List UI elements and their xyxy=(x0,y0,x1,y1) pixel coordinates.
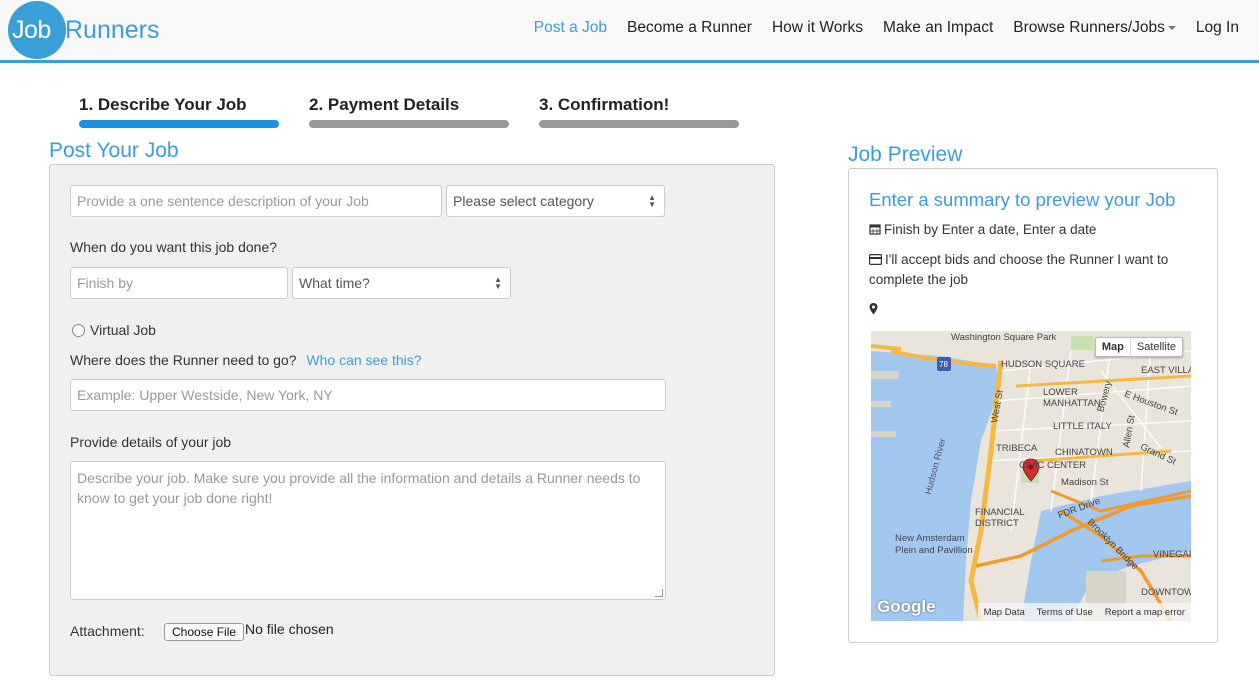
location-map[interactable]: Washington Square Park HUDSON SQUARE LOW… xyxy=(871,331,1191,621)
preview-bids-text: I'll accept bids and choose the Runner I… xyxy=(869,252,1169,287)
map-label: LITTLE ITALY xyxy=(1053,421,1112,432)
step-bar xyxy=(539,120,739,128)
preview-summary: Enter a summary to preview your Job xyxy=(869,189,1176,210)
preview-location xyxy=(869,300,1199,320)
step-label: 2. Payment Details xyxy=(309,95,460,114)
location-input[interactable]: Example: Upper Westside, New York, NY xyxy=(70,379,666,411)
resize-handle-icon[interactable] xyxy=(655,589,663,597)
terms-of-use-link[interactable]: Terms of Use xyxy=(1037,607,1093,618)
step-confirmation: 3. Confirmation! xyxy=(539,94,739,128)
preview-finish: Finish by Enter a date, Enter a date xyxy=(869,220,1199,240)
nav-browse-label: Browse Runners/Jobs xyxy=(1013,19,1165,36)
description-input[interactable]: Provide a one sentence description of yo… xyxy=(70,185,442,217)
nav-login[interactable]: Log In xyxy=(1186,17,1249,39)
map-label: New Amsterdam Plein and Pavillion xyxy=(895,533,973,556)
job-preview-heading: Job Preview xyxy=(848,143,963,166)
details-textarea[interactable]: Describe your job. Make sure you provide… xyxy=(70,461,666,600)
job-preview-panel: Enter a summary to preview your Job Fini… xyxy=(848,168,1218,643)
where-label-text: Where does the Runner need to go? xyxy=(70,352,297,368)
map-label: EAST VILLA xyxy=(1141,365,1191,376)
main-nav: Post a Job Become a Runner How it Works … xyxy=(524,17,1249,39)
choose-file-button[interactable]: Choose File xyxy=(164,623,245,641)
map-label: TRIBECA xyxy=(996,443,1038,454)
nav-browse-dropdown[interactable]: Browse Runners/Jobs xyxy=(1003,17,1186,39)
map-type-toggle: Map Satellite xyxy=(1094,337,1183,357)
progress-steps: 1. Describe Your Job 2. Payment Details … xyxy=(79,94,739,128)
attachment-label: Attachment: xyxy=(70,623,145,639)
virtual-job-label: Virtual Job xyxy=(90,322,156,338)
step-bar xyxy=(79,120,279,128)
map-label: CIVIC CENTER xyxy=(1019,460,1087,471)
nav-how-it-works[interactable]: How it Works xyxy=(762,17,873,39)
caret-down-icon xyxy=(1167,25,1176,30)
logo-circle: Job xyxy=(8,1,66,59)
satellite-button[interactable]: Satellite xyxy=(1131,338,1182,356)
map-marker-icon xyxy=(869,303,878,315)
step-describe: 1. Describe Your Job xyxy=(79,94,279,128)
preview-finish-text: Finish by Enter a date, Enter a date xyxy=(884,222,1097,237)
map-data-link[interactable]: Map Data xyxy=(984,607,1025,618)
logo[interactable]: Job Runners xyxy=(8,1,160,59)
post-job-heading: Post Your Job xyxy=(49,139,179,162)
report-map-error-link[interactable]: Report a map error xyxy=(1105,607,1185,618)
map-label: VINEGAR H xyxy=(1153,549,1191,560)
map-label: Madison St xyxy=(1061,477,1109,488)
select-arrows-icon: ▲ ▼ xyxy=(648,193,656,209)
step-label: 3. Confirmation! xyxy=(539,95,670,114)
credit-card-icon xyxy=(869,254,882,265)
step-bar xyxy=(309,120,509,128)
map-footer: Map Data Terms of Use Report a map error xyxy=(977,603,1191,621)
nav-become-runner[interactable]: Become a Runner xyxy=(617,17,762,39)
post-job-form: Provide a one sentence description of yo… xyxy=(49,164,775,676)
category-select[interactable]: Please select category ▲ ▼ xyxy=(446,185,665,217)
no-file-text: No file chosen xyxy=(245,621,334,637)
nav-make-impact[interactable]: Make an Impact xyxy=(873,17,1003,39)
map-label: FINANCIAL DISTRICT xyxy=(975,507,1025,529)
map-label: Washington Square Park xyxy=(951,332,1057,343)
preview-bids: I'll accept bids and choose the Runner I… xyxy=(869,250,1199,290)
details-label: Provide details of your job xyxy=(70,434,232,450)
step-label: 1. Describe Your Job xyxy=(79,95,247,114)
time-select[interactable]: What time? ▲ ▼ xyxy=(292,267,511,299)
nav-post-job[interactable]: Post a Job xyxy=(524,17,617,39)
map-label: CHINATOWN xyxy=(1055,447,1113,458)
time-select-value: What time? xyxy=(299,275,370,291)
navbar: Job Runners Post a Job Become a Runner H… xyxy=(0,0,1259,63)
map-button[interactable]: Map xyxy=(1096,338,1131,356)
details-placeholder: Describe your job. Make sure you provide… xyxy=(77,470,641,506)
highway-shield-label: 78 xyxy=(939,360,948,369)
category-select-value: Please select category xyxy=(453,193,594,209)
when-label: When do you want this job done? xyxy=(70,239,278,255)
select-arrows-icon: ▲ ▼ xyxy=(494,275,502,291)
map-label: HUDSON SQUARE xyxy=(1001,359,1085,370)
where-label: Where does the Runner need to go? Who ca… xyxy=(70,352,422,368)
calendar-icon xyxy=(869,224,881,235)
google-logo: Google xyxy=(877,597,936,616)
map-label: LOWER MANHATTAN xyxy=(1043,387,1101,409)
logo-text-job: Job xyxy=(12,15,51,44)
who-can-see-link[interactable]: Who can see this? xyxy=(306,352,421,368)
step-payment: 2. Payment Details xyxy=(309,94,509,128)
map-label: DOWNTOWN xyxy=(1141,587,1191,598)
logo-text-runners: Runners xyxy=(65,15,160,44)
finish-by-input[interactable]: Finish by xyxy=(70,267,288,299)
virtual-job-radio[interactable] xyxy=(72,324,85,337)
